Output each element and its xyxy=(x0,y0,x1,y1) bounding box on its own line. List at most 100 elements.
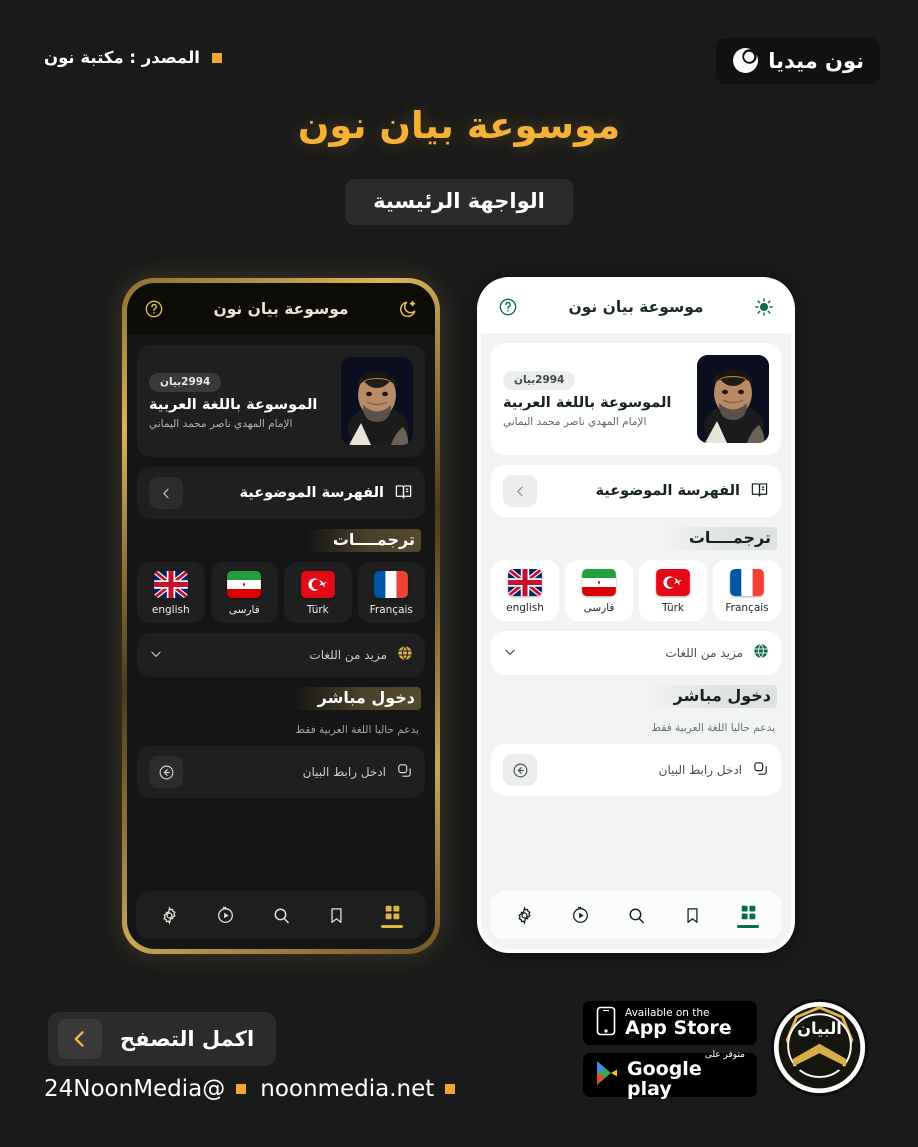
nav-item-bookmark[interactable] xyxy=(315,906,359,925)
nav-item-grid[interactable] xyxy=(726,903,770,928)
question-circle-icon[interactable] xyxy=(143,298,165,320)
googleplay-text: متوفر على Google play xyxy=(627,1050,745,1100)
bullet-square-icon xyxy=(445,1084,456,1094)
google-play-icon xyxy=(595,1060,619,1090)
chevron-down-icon[interactable] xyxy=(503,644,517,663)
flag-item-farsi[interactable]: فارسی xyxy=(210,562,278,623)
appstore-badge[interactable]: Available on the App Store xyxy=(583,1001,757,1045)
profile-text: 2994بيان الموسوعة باللغة العربية الإمام … xyxy=(149,372,329,430)
question-circle-icon[interactable] xyxy=(497,296,519,318)
footer-link-handle[interactable]: @24NoonMedia xyxy=(44,1076,247,1102)
profile-card[interactable]: 2994بيان الموسوعة باللغة العربية الإمام … xyxy=(491,343,781,455)
bayan-brand-text: البيان xyxy=(797,1019,842,1038)
flag-label: Türk xyxy=(661,602,685,614)
googleplay-badge[interactable]: متوفر على Google play xyxy=(583,1050,757,1100)
translations-flags: english فارسی Türk Français xyxy=(137,562,425,623)
flag-item-farsi[interactable]: فارسی xyxy=(565,560,633,621)
app-screen-light: موسوعة بيان نون 2994بيان الموسوعة باللغة… xyxy=(481,281,791,949)
profile-subtitle: الإمام المهدي ناصر محمد اليماني xyxy=(503,415,647,428)
nav-item-grid[interactable] xyxy=(370,903,414,928)
direct-entry-row[interactable]: ادخل رابط البيان xyxy=(137,746,425,798)
chevron-left-icon[interactable] xyxy=(58,1019,102,1059)
bullet-square-icon xyxy=(236,1084,247,1094)
source-label: المصدر : مكتبة نون xyxy=(44,48,200,67)
iran-flag-icon xyxy=(227,571,262,598)
index-row[interactable]: الفهرسة الموضوعية xyxy=(137,467,425,519)
nav-active-underline xyxy=(381,924,404,928)
profile-name: الموسوعة باللغة العربية xyxy=(503,394,672,411)
statement-count-badge: 2994بيان xyxy=(503,370,576,390)
direct-entry-row[interactable]: ادخل رابط البيان xyxy=(491,744,781,796)
profile-name: الموسوعة باللغة العربية xyxy=(149,396,318,413)
flag-item-french[interactable]: Français xyxy=(713,560,781,621)
nav-item-bookmark[interactable] xyxy=(670,906,714,925)
flag-label: Français xyxy=(369,604,413,616)
bullet-square-icon xyxy=(211,52,222,63)
continue-browsing-button[interactable]: اكمل التصفح xyxy=(48,1012,277,1066)
translations-flags: english فارسی Türk Français xyxy=(491,560,781,621)
flag-item-english[interactable]: english xyxy=(491,560,559,621)
apple-phone-icon xyxy=(595,1006,617,1040)
index-row[interactable]: الفهرسة الموضوعية xyxy=(491,465,781,517)
nav-item-history[interactable] xyxy=(203,906,247,925)
flag-item-french[interactable]: Français xyxy=(357,562,425,623)
globe-icon xyxy=(753,643,769,663)
avatar xyxy=(341,357,413,445)
flag-item-turkish[interactable]: Türk xyxy=(284,562,352,623)
direct-entry-input[interactable]: ادخل رابط البيان xyxy=(659,763,742,777)
phone-mockup-light: موسوعة بيان نون 2994بيان الموسوعة باللغة… xyxy=(477,277,795,953)
index-book-icon xyxy=(750,480,769,503)
copy-link-icon xyxy=(396,762,413,783)
bottom-nav-light xyxy=(490,891,782,939)
index-row-label: الفهرسة الموضوعية xyxy=(239,485,385,501)
uk-flag-icon xyxy=(153,571,188,598)
nav-item-search[interactable] xyxy=(259,906,303,925)
moon-star-icon[interactable] xyxy=(397,298,419,320)
direct-entry-title: دخول مباشر xyxy=(647,685,777,708)
app-body-dark: 2994بيان الموسوعة باللغة العربية الإمام … xyxy=(127,335,435,891)
more-languages-row[interactable]: مزيد من اللغات xyxy=(491,631,781,675)
noon-media-logo: نون ميديا xyxy=(716,38,880,84)
store-badges: Available on the App Store متوفر على Goo… xyxy=(583,1001,757,1100)
profile-subtitle: الإمام المهدي ناصر محمد اليماني xyxy=(149,417,293,430)
phone-mockup-dark: موسوعة بيان نون 2994بيان الموسوعة باللغة… xyxy=(122,278,440,954)
turkey-flag-icon xyxy=(300,571,335,598)
nav-item-settings[interactable] xyxy=(148,905,192,925)
flag-item-english[interactable]: english xyxy=(137,562,205,623)
flag-label: Türk xyxy=(306,604,329,616)
arrow-left-circle-icon[interactable] xyxy=(149,756,183,788)
more-languages-row[interactable]: مزيد من اللغات xyxy=(137,633,425,677)
direct-entry-heading: دخول مباشر xyxy=(491,685,781,708)
nav-item-settings[interactable] xyxy=(502,905,546,925)
top-bar: المصدر : مكتبة نون نون ميديا xyxy=(0,38,918,88)
sun-icon[interactable] xyxy=(753,296,775,318)
googleplay-small-label: متوفر على xyxy=(704,1050,745,1061)
avatar xyxy=(697,355,769,443)
more-languages-label: مزيد من اللغات xyxy=(309,648,387,662)
index-book-icon xyxy=(394,482,413,505)
app-title-light: موسوعة بيان نون xyxy=(568,298,704,316)
chevron-down-icon[interactable] xyxy=(149,646,163,665)
logo-label: نون ميديا xyxy=(768,48,864,73)
app-title-dark: موسوعة بيان نون xyxy=(213,300,349,318)
direct-entry-note: يدعم حاليا اللغة العربية فقط xyxy=(651,722,775,734)
profile-card[interactable]: 2994بيان الموسوعة باللغة العربية الإمام … xyxy=(137,345,425,457)
flag-label: english xyxy=(151,604,190,616)
direct-entry-input[interactable]: ادخل رابط البيان xyxy=(303,765,386,779)
globe-icon xyxy=(397,645,413,665)
direct-entry-left: ادخل رابط البيان xyxy=(303,762,413,783)
index-row-left: الفهرسة الموضوعية xyxy=(240,482,414,505)
direct-entry-note: يدعم حاليا اللغة العربية فقط xyxy=(295,724,419,736)
chevron-left-icon[interactable] xyxy=(149,477,183,509)
statement-count-badge: 2994بيان xyxy=(149,372,222,392)
flag-item-turkish[interactable]: Türk xyxy=(639,560,707,621)
footer-link-label: @24NoonMedia xyxy=(44,1076,226,1102)
direct-entry-heading: دخول مباشر xyxy=(137,687,425,710)
bayan-brand-logo: البيان xyxy=(771,999,868,1096)
nav-item-history[interactable] xyxy=(558,906,602,925)
nav-item-search[interactable] xyxy=(614,906,658,925)
appstore-text: Available on the App Store xyxy=(625,1007,732,1039)
footer-link-website[interactable]: noonmedia.net xyxy=(260,1076,456,1102)
chevron-left-icon[interactable] xyxy=(503,475,537,507)
arrow-left-circle-icon[interactable] xyxy=(503,754,537,786)
